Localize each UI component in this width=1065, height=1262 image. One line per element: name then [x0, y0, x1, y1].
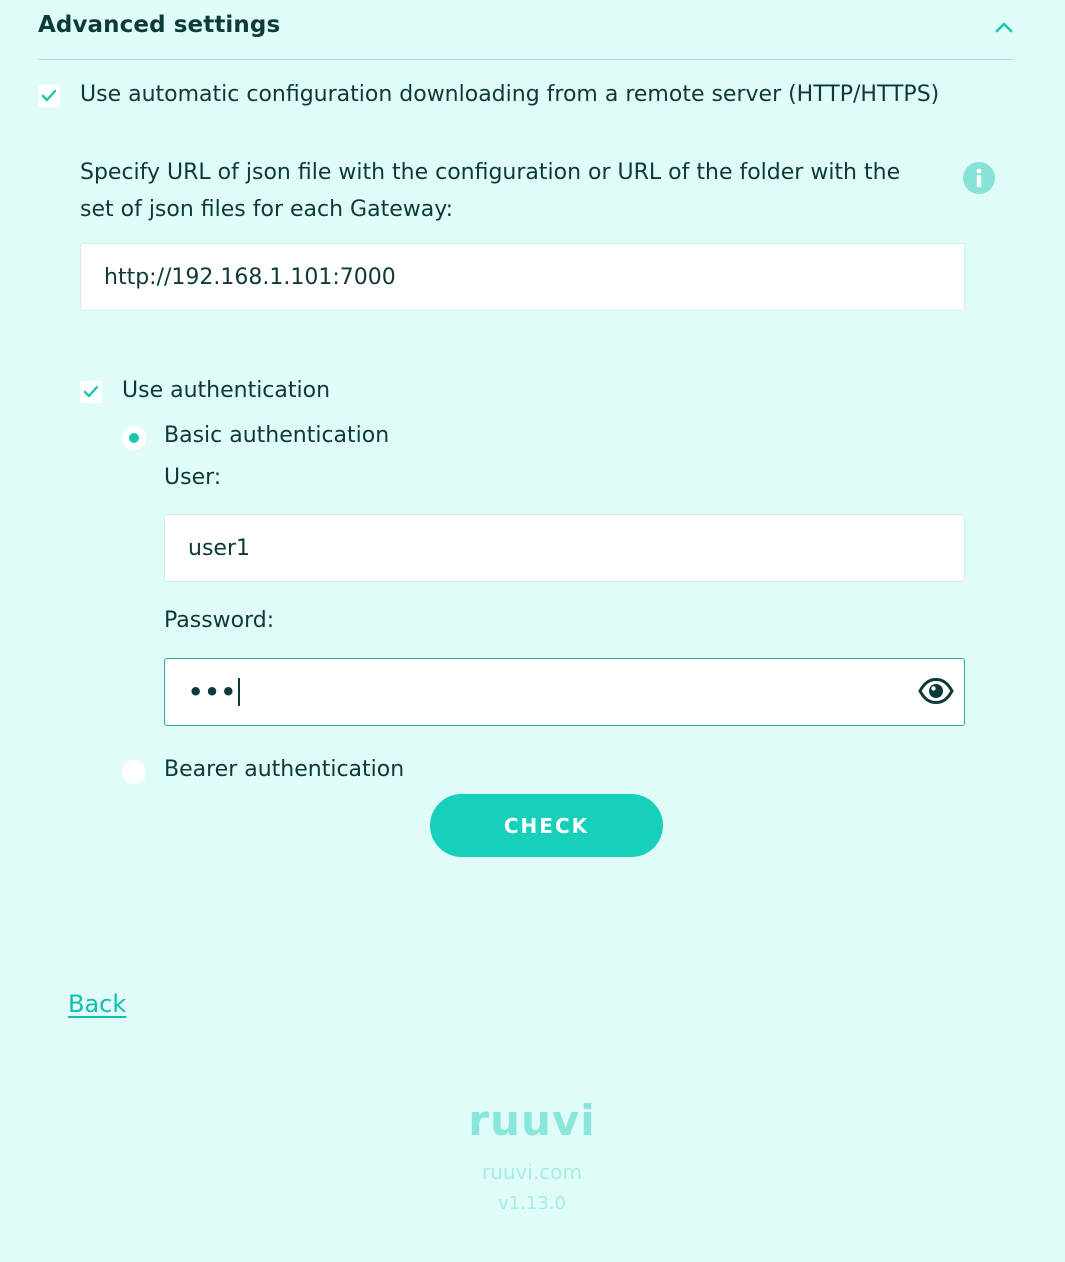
password-input[interactable]: •••: [164, 658, 965, 726]
use-authentication-checkbox[interactable]: [80, 381, 102, 403]
checkmark-icon: [41, 89, 57, 102]
bearer-auth-radio[interactable]: [122, 760, 146, 784]
info-icon[interactable]: [963, 162, 995, 194]
password-label: Password:: [164, 608, 275, 633]
bearer-auth-label[interactable]: Bearer authentication: [164, 757, 404, 782]
chevron-up-icon: [995, 22, 1013, 33]
checkmark-icon: [83, 385, 99, 398]
use-authentication-label[interactable]: Use authentication: [122, 378, 330, 403]
check-button[interactable]: CHECK: [430, 794, 663, 857]
collapse-button[interactable]: [988, 12, 1020, 42]
ruuvi-logo: ruuvi: [468, 1096, 596, 1145]
basic-auth-radio[interactable]: [122, 426, 146, 450]
version-label: v1.13.0: [498, 1193, 566, 1214]
ruuvi-site-link[interactable]: ruuvi.com: [432, 1160, 632, 1184]
user-label: User:: [164, 465, 222, 490]
user-input[interactable]: user1: [164, 514, 965, 582]
text-caret: [238, 678, 241, 706]
auto-config-checkbox[interactable]: [38, 85, 60, 107]
config-url-value: http://192.168.1.101:7000: [104, 264, 396, 290]
section-divider: [38, 59, 1014, 60]
radio-selected-dot: [129, 433, 139, 443]
password-masked-value: •••: [188, 678, 238, 706]
section-title: Advanced settings: [38, 12, 281, 38]
eye-icon[interactable]: [918, 676, 954, 706]
back-link[interactable]: Back: [68, 990, 126, 1018]
config-url-input[interactable]: http://192.168.1.101:7000: [80, 243, 965, 311]
basic-auth-label[interactable]: Basic authentication: [164, 423, 389, 448]
config-url-description: Specify URL of json file with the config…: [80, 160, 901, 222]
auto-config-label[interactable]: Use automatic configuration downloading …: [80, 82, 939, 107]
user-value: user1: [188, 535, 250, 561]
